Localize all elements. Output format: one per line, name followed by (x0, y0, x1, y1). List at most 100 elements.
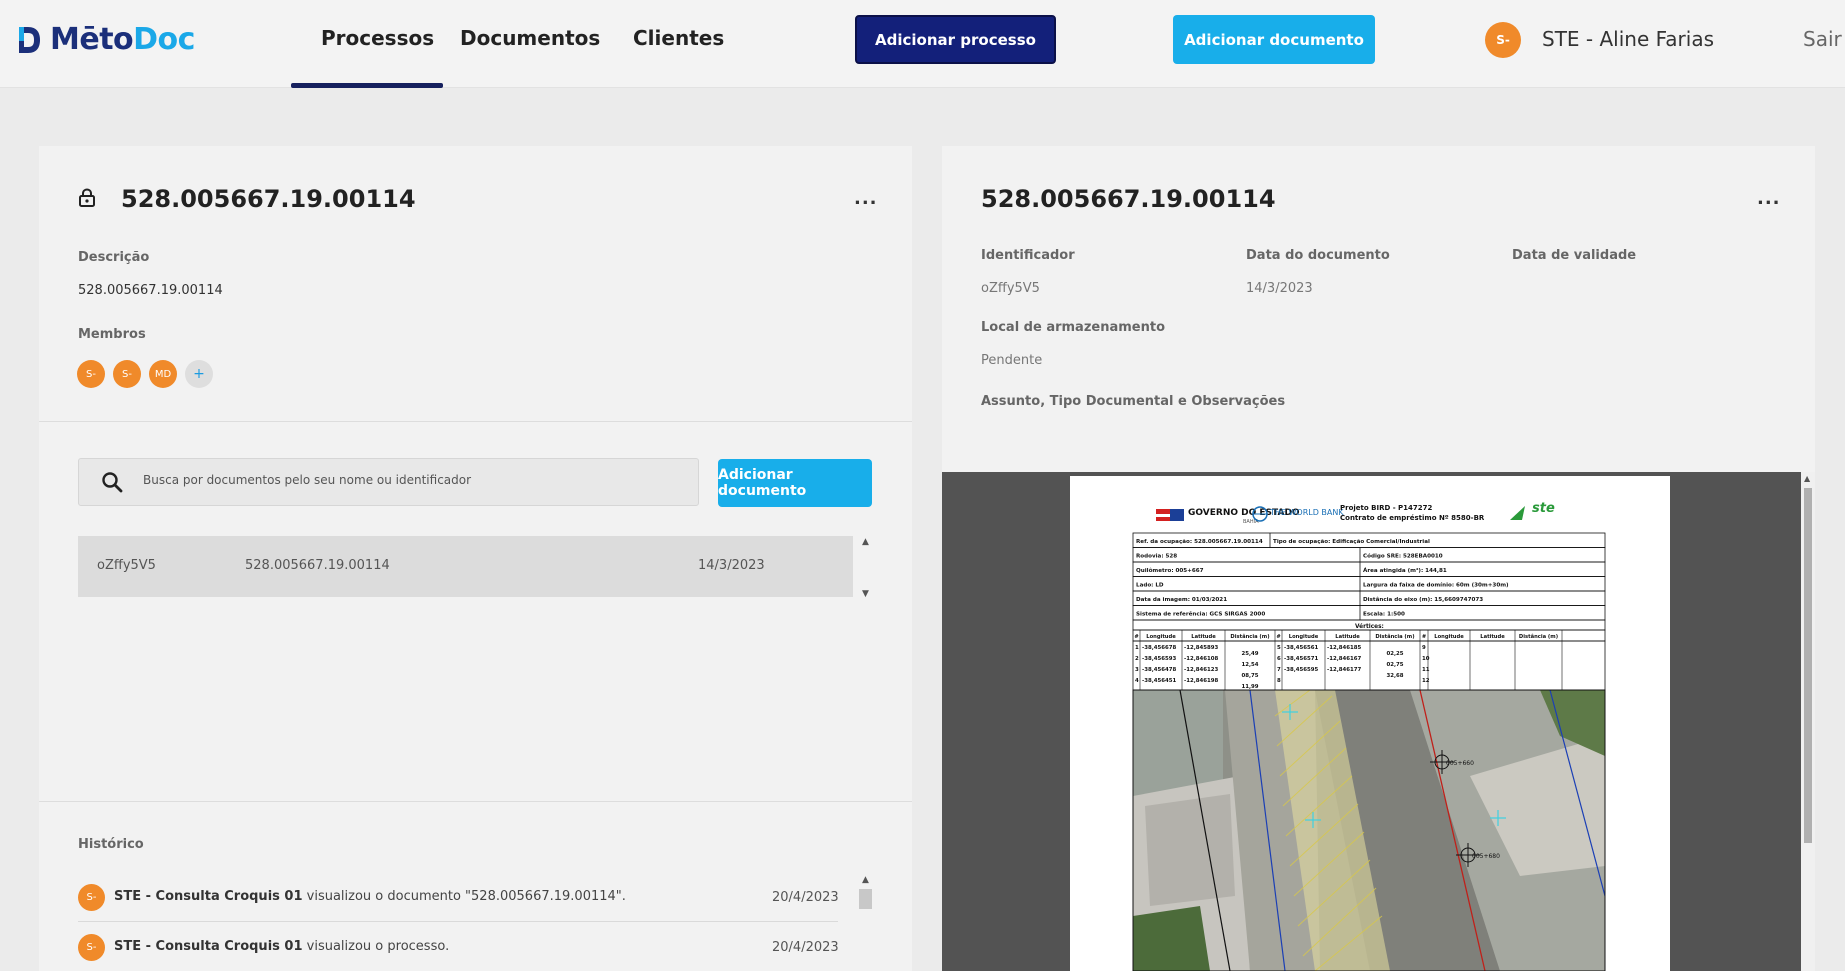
tab-clientes[interactable]: Clientes (633, 26, 724, 50)
subject-label: Assunto, Tipo Documental e Observações (981, 394, 1286, 409)
vertices-cell: -12,846177 (1327, 667, 1362, 673)
vertices-cell: -12,846123 (1184, 667, 1219, 673)
history-action: visualizou o documento "528.005667.19.00… (306, 889, 626, 904)
vertices-header-cell: Latitude (1480, 634, 1505, 640)
info-table-cell: Distância do eixo (m): 15,6609747073 (1363, 596, 1483, 603)
add-document-to-process-button[interactable]: Adicionar documento (718, 459, 872, 507)
info-table-cell: Sistema de referência: GCS SIRGAS 2000 (1136, 611, 1265, 618)
vertices-cell: 02,75 (1386, 662, 1403, 668)
history-label: Histórico (78, 837, 144, 852)
process-title: 528.005667.19.00114 (121, 185, 416, 213)
document-more-options-button[interactable]: ... (1757, 188, 1781, 209)
info-table-cell: Tipo de ocupação: Edificação Comercial/I… (1273, 539, 1430, 545)
history-entry-text: STE - Consulta Croquis 01 visualizou o d… (114, 889, 626, 904)
identifier-label: Identificador (981, 248, 1075, 263)
list-scroll-up-arrow[interactable]: ▲ (862, 537, 869, 547)
description-value: 528.005667.19.00114 (78, 283, 223, 298)
metodoc-logo[interactable]: MētoDoc (16, 22, 195, 57)
history-user-avatar: S- (78, 884, 105, 911)
history-user: STE - Consulta Croquis 01 (114, 889, 303, 904)
add-process-button[interactable]: Adicionar processo (855, 15, 1056, 64)
document-page: GOVERNO DO ESTADO BAHIA THE WORLD BANK P… (1070, 476, 1670, 971)
info-table-cell: Data da imagem: 01/03/2021 (1136, 597, 1227, 603)
info-table-cell: Área atingida (m²): 144,81 (1363, 567, 1447, 574)
history-action: visualizou o processo. (306, 939, 450, 954)
tab-processos[interactable]: Processos (321, 26, 434, 50)
info-table: Ref. da ocupação: 528.005667.19.00114 Tip… (1132, 532, 1606, 621)
document-search-input[interactable] (143, 473, 673, 487)
vertices-cell: 4 (1135, 678, 1139, 684)
vertices-cell: -12,845893 (1184, 645, 1219, 651)
member-avatar[interactable]: S- (113, 360, 141, 388)
vertices-cell: -38,456478 (1142, 667, 1177, 673)
history-entry: S- STE - Consulta Croquis 01 visualizou … (78, 922, 839, 971)
user-name[interactable]: STE - Aline Farias (1542, 27, 1714, 51)
map-label: 005+660 (1446, 760, 1474, 767)
logo-text-part1: Mēto (50, 22, 134, 57)
document-viewer[interactable]: GOVERNO DO ESTADO BAHIA THE WORLD BANK P… (942, 472, 1815, 971)
vertices-cell: -38,456451 (1142, 678, 1177, 684)
list-scroll-down-arrow[interactable]: ▼ (862, 589, 869, 599)
world-bank-text: THE WORLD BANK (1269, 508, 1344, 517)
history-user-avatar: S- (78, 934, 105, 961)
vertices-cell: 3 (1135, 667, 1139, 673)
document-row-date: 14/3/2023 (698, 558, 765, 573)
logout-link[interactable]: Sair (1803, 27, 1842, 51)
history-date: 20/4/2023 (772, 940, 839, 955)
vertices-cell: -38,456678 (1142, 645, 1177, 651)
vertices-cell: 7 (1277, 667, 1281, 673)
vertices-header-cell: Distância (m) (1230, 633, 1269, 640)
vertices-cell: -38,456561 (1284, 645, 1319, 651)
user-avatar[interactable]: S- (1485, 22, 1521, 58)
vertices-cell: 9 (1422, 645, 1426, 651)
vertices-cell: 32,68 (1386, 673, 1403, 679)
add-member-button[interactable]: + (185, 360, 213, 388)
vertices-header-cell: Latitude (1191, 634, 1216, 640)
tab-documentos[interactable]: Documentos (460, 26, 600, 50)
validity-date-label: Data de validade (1512, 248, 1637, 263)
vertices-cell: 11 (1422, 667, 1430, 673)
vertices-cell: 5 (1277, 645, 1281, 651)
info-table-cell: Código SRE: 528EBA0010 (1363, 553, 1443, 560)
logo-icon (19, 26, 40, 53)
document-panel: 528.005667.19.00114 ... Identificador oZ… (942, 146, 1815, 971)
map-label: 005+680 (1472, 853, 1500, 860)
vertices-title: Vértices: (1355, 623, 1384, 630)
document-title: 528.005667.19.00114 (981, 185, 1276, 213)
info-table-cell: Lado: LD (1136, 583, 1164, 589)
vertices-cell: 2 (1135, 656, 1139, 662)
storage-value: Pendente (981, 353, 1043, 368)
vertices-header-cell: Latitude (1335, 634, 1360, 640)
add-document-button[interactable]: Adicionar documento (1173, 15, 1375, 64)
info-table-cell: Quilômetro: 005+667 (1136, 567, 1204, 574)
vertices-header-cell: # (1422, 634, 1426, 640)
member-avatar[interactable]: MD (149, 360, 177, 388)
project-text: Projeto BIRD - P147272 (1340, 504, 1433, 512)
description-label: Descrição (78, 250, 150, 265)
info-table-cell: Ref. da ocupação: 528.005667.19.00114 (1136, 539, 1263, 545)
vertices-cell: -12,846185 (1327, 645, 1362, 651)
process-more-options-button[interactable]: ... (854, 188, 878, 209)
document-date-value: 14/3/2023 (1246, 281, 1313, 296)
aerial-map: 005+660 005+680 (1132, 689, 1606, 971)
logo-text-part2: Doc (133, 22, 195, 57)
identifier-value: oZffy5V5 (981, 281, 1040, 296)
history-scrollbar-thumb[interactable] (859, 889, 872, 909)
section-divider (39, 801, 912, 802)
logo-text: MētoDoc (50, 22, 195, 57)
process-panel: 528.005667.19.00114 ... Descrição 528.00… (39, 146, 912, 971)
member-avatar[interactable]: S- (77, 360, 105, 388)
document-page-content: GOVERNO DO ESTADO BAHIA THE WORLD BANK P… (1132, 501, 1606, 971)
document-row[interactable]: oZffy5V5 528.005667.19.00114 14/3/2023 (78, 536, 853, 597)
members-label: Membros (78, 327, 146, 342)
viewer-scrollbar-thumb[interactable] (1804, 488, 1812, 843)
vertices-cell: 12 (1422, 678, 1430, 684)
viewer-scroll-up-arrow[interactable]: ▲ (1804, 474, 1810, 483)
history-entry-text: STE - Consulta Croquis 01 visualizou o p… (114, 939, 449, 954)
info-table-cell: Rodovia: 528 (1136, 554, 1177, 560)
history-scroll-up-arrow[interactable]: ▲ (862, 875, 869, 885)
viewer-scrollbar[interactable]: ▲ (1801, 472, 1815, 971)
storage-label: Local de armazenamento (981, 320, 1165, 335)
vertices-header-cell: # (1134, 634, 1138, 640)
vertices-cell: -38,456595 (1284, 667, 1319, 673)
